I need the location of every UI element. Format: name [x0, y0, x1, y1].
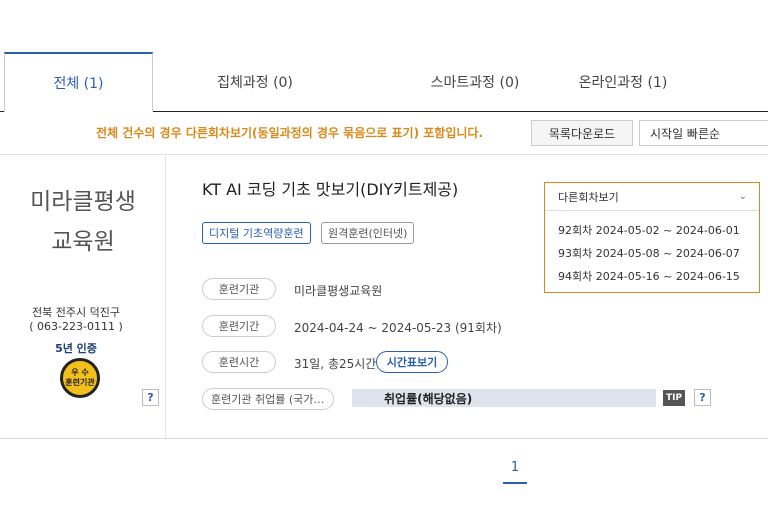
badge-line2: 훈련기관	[65, 378, 95, 387]
count-notice: 전체 건수의 경우 다른회차보기(동일과정의 경우 묶음으로 표기) 포함입니다…	[96, 126, 484, 140]
session-item[interactable]: 92회차 2024-05-02 ~ 2024-06-01	[558, 222, 740, 238]
label-period: 훈련기간	[202, 315, 276, 337]
org-help-button[interactable]: ?	[142, 389, 159, 406]
employment-rate-bar: 취업률(해당없음)	[352, 389, 656, 407]
tag-remote-training: 원격훈련(인터넷)	[321, 222, 415, 244]
timetable-button[interactable]: 시간표보기	[376, 351, 448, 373]
tab-all[interactable]: 전체 (1)	[4, 52, 153, 112]
tab-smart-course[interactable]: 스마트과정 (0)	[400, 52, 550, 112]
tab-all-label: 전체 (1)	[53, 75, 104, 92]
org-phone: ( 063-223-0111 )	[29, 320, 123, 333]
session-item[interactable]: 93회차 2024-05-08 ~ 2024-06-07	[558, 245, 740, 261]
badge-line1: 우 수	[71, 368, 89, 377]
tag-digital-training: 디지털 기초역량훈련	[202, 222, 311, 244]
list-download-button[interactable]: 목록다운로드	[531, 120, 633, 146]
employment-help-button[interactable]: ?	[694, 389, 711, 406]
tab-online-course[interactable]: 온라인과정 (1)	[548, 52, 698, 112]
chevron-down-icon: ⌄	[738, 191, 747, 202]
org-address: 전북 전주시 덕진구	[32, 306, 120, 319]
org-name[interactable]: 미라클평생 교육원	[0, 182, 166, 262]
label-hours: 훈련시간	[202, 351, 276, 373]
page-number-current[interactable]: 1	[503, 460, 527, 475]
session-item[interactable]: 94회차 2024-05-16 ~ 2024-06-15	[558, 268, 740, 284]
course-title[interactable]: KT AI 코딩 기초 맛보기(DIY키트제공)	[202, 176, 458, 200]
tab-group-course[interactable]: 집체과정 (0)	[180, 52, 330, 112]
sort-select[interactable]: 시작일 빠른순	[639, 120, 768, 146]
employment-rate-label: 훈련기관 취업률 (국가…	[202, 388, 334, 410]
tab-online-course-label: 온라인과정 (1)	[578, 75, 668, 91]
excellent-institution-badge-icon: 우 수 훈련기관	[60, 358, 100, 398]
other-sessions-toggle[interactable]: 다른회차보기 ⌄	[545, 183, 759, 211]
value-institution: 미라클평생교육원	[294, 284, 383, 298]
tip-badge[interactable]: TIP	[663, 390, 685, 406]
value-hours: 31일, 총25시간	[294, 357, 377, 371]
org-panel: 미라클평생 교육원 전북 전주시 덕진구 ( 063-223-0111 ) 5년…	[0, 156, 166, 438]
tab-smart-course-label: 스마트과정 (0)	[430, 75, 520, 91]
current-page-indicator	[503, 482, 527, 484]
org-certification: 5년 인증	[55, 342, 97, 355]
divider	[0, 438, 768, 439]
divider	[0, 154, 768, 155]
tab-group-course-label: 집체과정 (0)	[217, 75, 293, 91]
value-period: 2024-04-24 ~ 2024-05-23 (91회차)	[294, 321, 502, 335]
other-sessions-header: 다른회차보기	[558, 190, 619, 204]
label-institution: 훈련기관	[202, 278, 276, 300]
other-sessions-dropdown: 다른회차보기 ⌄ 92회차 2024-05-02 ~ 2024-06-01 93…	[544, 182, 760, 293]
category-tabs: 전체 (1) 집체과정 (0) 스마트과정 (0) 온라인과정 (1)	[0, 52, 768, 112]
